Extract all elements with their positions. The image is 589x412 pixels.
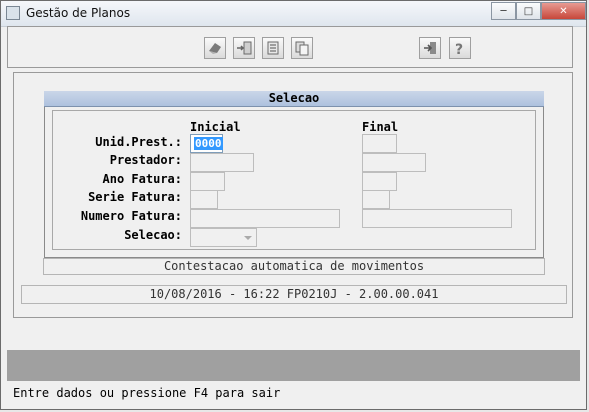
minimize-icon: ─ <box>500 5 507 17</box>
delete-record-icon <box>209 43 221 54</box>
unid-prest-initial-input[interactable]: 0000 <box>190 134 223 153</box>
import-button[interactable] <box>233 37 255 59</box>
serie-fatura-final-input[interactable] <box>362 190 390 209</box>
unid-prest-initial-value: 0000 <box>194 137 223 150</box>
numero-fatura-initial-input[interactable] <box>190 209 340 228</box>
toolbar: ? <box>7 26 573 68</box>
label-numero-fatura: Numero Fatura: <box>80 209 182 223</box>
help-button[interactable]: ? <box>449 37 471 59</box>
minimize-button[interactable]: ─ <box>491 2 516 20</box>
label-unid-prest: Unid.Prest.: <box>95 135 182 149</box>
label-serie-fatura: Serie Fatura: <box>88 190 182 204</box>
status-line: Entre dados ou pressione F4 para sair <box>7 383 580 404</box>
copy-icon <box>295 41 309 56</box>
selection-header: Selecao <box>44 91 544 107</box>
delete-record-button[interactable] <box>204 37 226 59</box>
exit-icon <box>424 42 436 54</box>
numero-fatura-final-input[interactable] <box>362 209 512 228</box>
label-selecao: Selecao: <box>124 228 182 242</box>
label-prestador: Prestador: <box>109 153 182 167</box>
prestador-final-input[interactable] <box>362 153 426 172</box>
chevron-down-icon <box>244 236 252 240</box>
maximize-icon: □ <box>523 5 534 17</box>
column-header-initial: Inicial <box>190 120 241 134</box>
unid-prest-final-input[interactable] <box>362 134 397 153</box>
close-icon: ✕ <box>559 5 568 17</box>
exit-button[interactable] <box>419 37 441 59</box>
column-header-final: Final <box>362 120 399 134</box>
ano-fatura-final-input[interactable] <box>362 172 397 191</box>
help-icon: ? <box>455 42 463 56</box>
list-icon <box>267 41 279 55</box>
ano-fatura-initial-input[interactable] <box>190 172 225 191</box>
gray-strip <box>7 350 580 381</box>
maximize-button[interactable]: □ <box>516 2 541 20</box>
close-button[interactable]: ✕ <box>541 2 586 20</box>
version-bar: 10/08/2016 - 16:22 FP0210J - 2.00.00.041 <box>21 285 567 304</box>
title-bar: Gestão de Planos ─ □ ✕ <box>1 1 586 27</box>
svg-text:?: ? <box>455 42 463 56</box>
info-bar: Contestacao automatica de movimentos <box>43 258 545 275</box>
window-title: Gestão de Planos <box>26 6 131 20</box>
prestador-initial-input[interactable] <box>190 153 254 172</box>
import-icon <box>237 41 252 55</box>
selecao-dropdown[interactable] <box>190 228 257 247</box>
label-ano-fatura: Ano Fatura: <box>102 172 182 186</box>
app-icon <box>6 6 20 20</box>
serie-fatura-initial-input[interactable] <box>190 190 218 209</box>
copy-button[interactable] <box>291 37 313 59</box>
list-button[interactable] <box>262 37 284 59</box>
